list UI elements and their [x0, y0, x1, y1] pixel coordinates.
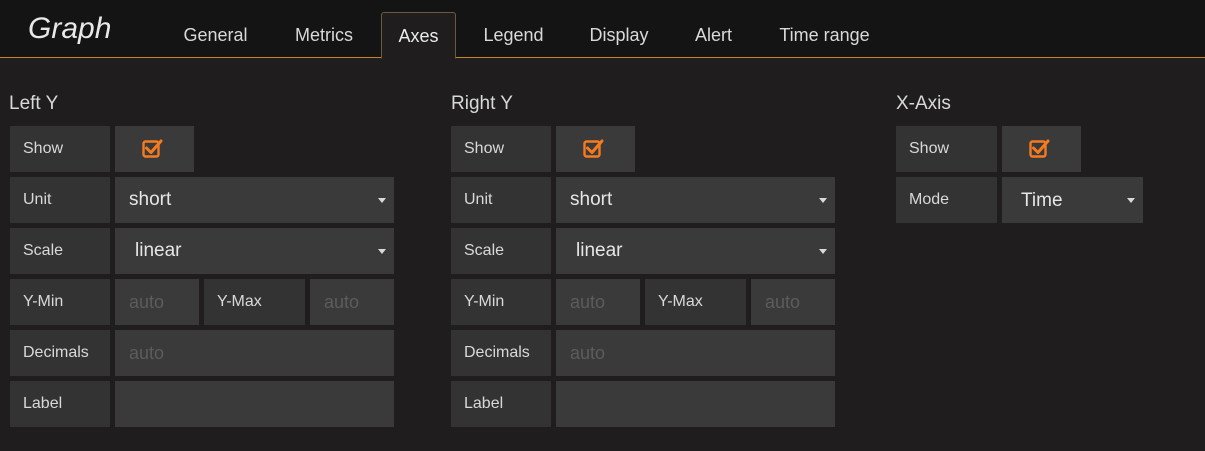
left-y-ymax-input[interactable]: auto	[310, 279, 394, 325]
right-y-unit-label: Unit	[451, 177, 551, 223]
x-axis-mode-value: Time	[1021, 190, 1063, 211]
caret-down-icon	[378, 198, 386, 203]
tab-general[interactable]: General	[167, 12, 264, 58]
left-y-unit-select[interactable]: short	[115, 177, 394, 223]
right-y-ymax-label: Y-Max	[645, 279, 746, 325]
x-axis-title: X-Axis	[896, 93, 951, 114]
right-y-label-label: Label	[451, 381, 551, 427]
panel-type-title: Graph	[28, 12, 112, 45]
caret-down-icon	[819, 198, 827, 203]
right-y-ymin-label: Y-Min	[451, 279, 551, 325]
tab-metrics[interactable]: Metrics	[278, 12, 370, 58]
tab-alert[interactable]: Alert	[681, 12, 746, 58]
left-y-ymin-input[interactable]: auto	[115, 279, 199, 325]
checkbox-checked-icon	[583, 139, 604, 158]
left-y-label-label: Label	[10, 381, 110, 427]
right-y-scale-select[interactable]: linear	[556, 228, 835, 274]
right-y-unit-select[interactable]: short	[556, 177, 835, 223]
checkbox-checked-icon	[142, 139, 163, 158]
checkbox-checked-icon	[1029, 139, 1050, 158]
right-y-title: Right Y	[451, 93, 513, 114]
right-y-decimals-label: Decimals	[451, 330, 551, 376]
left-y-unit-label: Unit	[10, 177, 110, 223]
right-y-show-checkbox[interactable]	[556, 126, 635, 172]
left-y-show-checkbox[interactable]	[115, 126, 194, 172]
tab-time-range[interactable]: Time range	[764, 12, 885, 58]
left-y-unit-value: short	[129, 189, 172, 210]
right-y-scale-label: Scale	[451, 228, 551, 274]
left-y-show-label: Show	[10, 126, 110, 172]
x-axis-show-checkbox[interactable]	[1002, 126, 1081, 172]
caret-down-icon	[378, 249, 386, 254]
right-y-label-input[interactable]	[556, 381, 835, 427]
left-y-title: Left Y	[9, 93, 59, 114]
right-y-ymax-input[interactable]: auto	[751, 279, 835, 325]
right-y-decimals-input[interactable]: auto	[556, 330, 835, 376]
x-axis-mode-label: Mode	[896, 177, 997, 223]
tab-axes[interactable]: Axes	[381, 12, 456, 59]
left-y-scale-value: linear	[135, 240, 182, 261]
right-y-unit-value: short	[570, 189, 613, 210]
x-axis-show-label: Show	[896, 126, 997, 172]
x-axis-mode-select[interactable]: Time	[1002, 177, 1143, 223]
right-y-ymin-input[interactable]: auto	[556, 279, 640, 325]
left-y-decimals-input[interactable]: auto	[115, 330, 394, 376]
left-y-scale-label: Scale	[10, 228, 110, 274]
panel-editor-header: Graph General Metrics Axes Legend Displa…	[0, 0, 1205, 59]
left-y-label-input[interactable]	[115, 381, 394, 427]
left-y-scale-select[interactable]: linear	[115, 228, 394, 274]
caret-down-icon	[1127, 198, 1135, 203]
right-y-scale-value: linear	[576, 240, 623, 261]
left-y-ymax-label: Y-Max	[204, 279, 305, 325]
left-y-ymin-label: Y-Min	[10, 279, 110, 325]
right-y-show-label: Show	[451, 126, 551, 172]
tab-legend[interactable]: Legend	[470, 12, 557, 58]
tab-display[interactable]: Display	[575, 12, 663, 58]
caret-down-icon	[819, 249, 827, 254]
left-y-decimals-label: Decimals	[10, 330, 110, 376]
